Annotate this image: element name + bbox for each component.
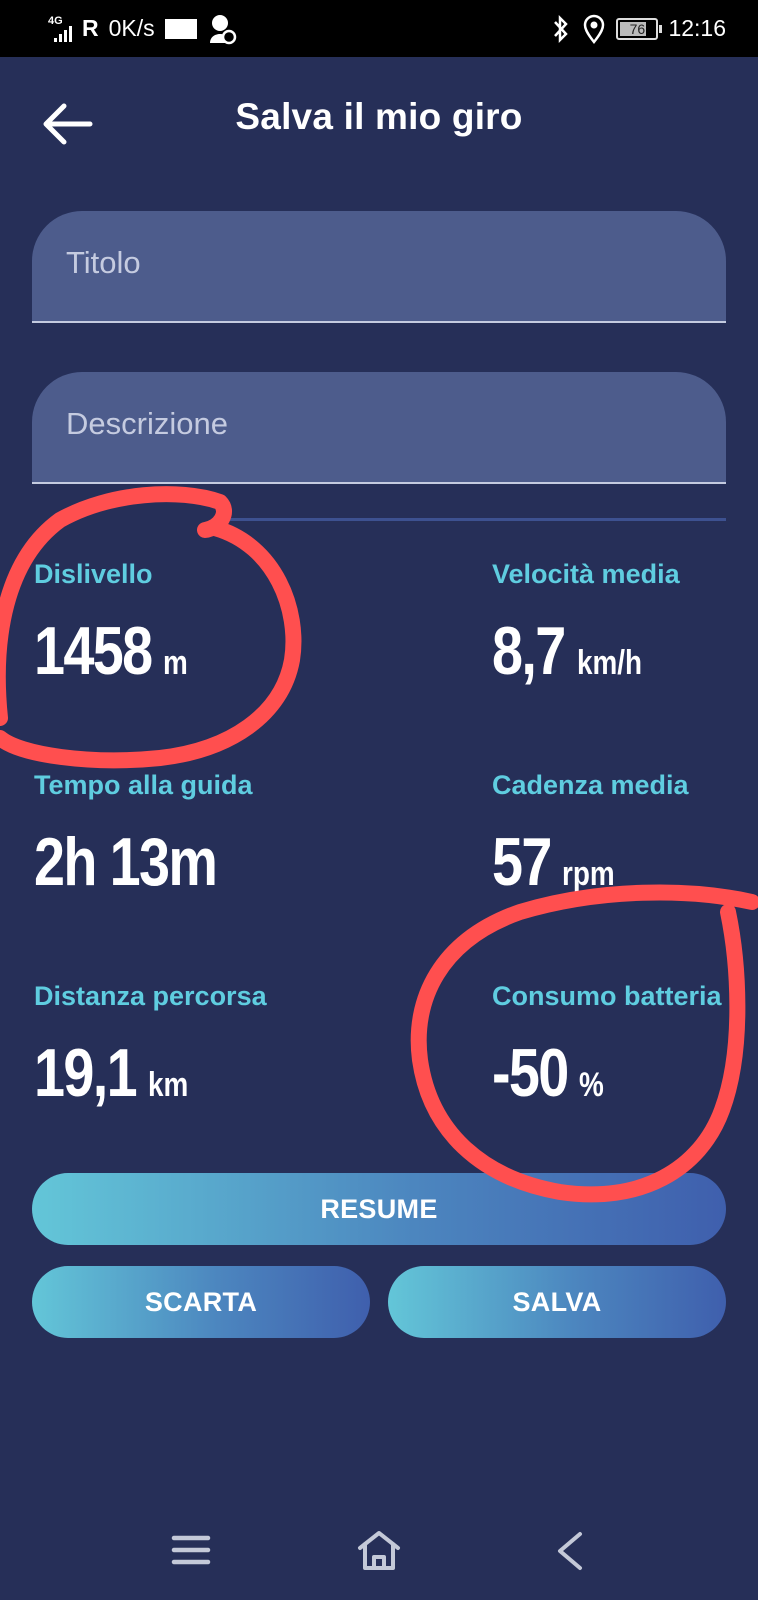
signal-icon: 4G (40, 15, 72, 42)
resume-button[interactable]: RESUME (32, 1173, 726, 1245)
stat-label: Dislivello (34, 559, 153, 589)
stat-unit: km/h (576, 644, 642, 682)
divider (218, 518, 726, 521)
menu-button[interactable] (166, 1528, 216, 1574)
stat-battery-use: Consumo batteria -50% (492, 981, 722, 1112)
stat-distance: Distanza percorsa 19,1 km (34, 981, 267, 1112)
battery-icon: 76 (616, 17, 663, 40)
chevron-left-icon (558, 1532, 582, 1570)
stat-value: 1458 (34, 613, 153, 689)
description-input[interactable] (32, 372, 726, 482)
stat-value: -50 (492, 1035, 569, 1111)
roaming-indicator: R (82, 15, 99, 41)
stat-value: 2h 13m (34, 824, 218, 900)
navigation-bar (0, 1500, 758, 1600)
title-field[interactable] (32, 211, 726, 323)
bluetooth-icon (554, 14, 569, 43)
menu-icon (171, 1535, 211, 1565)
home-icon (358, 1531, 400, 1570)
back-nav-button[interactable] (546, 1528, 596, 1574)
discard-button[interactable]: SCARTA (32, 1266, 370, 1338)
page-title: Salva il mio giro (235, 96, 523, 137)
stat-label: Cadenza media (492, 770, 689, 800)
save-button[interactable]: SALVA (388, 1266, 726, 1338)
battery-level: 76 (629, 20, 646, 37)
stat-value: 19,1 (34, 1035, 138, 1111)
stat-unit: rpm (561, 855, 615, 893)
title-input[interactable] (32, 211, 726, 321)
notification-icon (164, 18, 197, 39)
stat-avg-speed: Velocità media 8,7 km/h (492, 559, 680, 690)
stat-unit: % (579, 1066, 605, 1104)
status-bar-right: 76 12:16 (550, 14, 726, 44)
stat-avg-cadence: Cadenza media 57 rpm (492, 770, 689, 901)
location-icon (584, 14, 605, 44)
stat-label: Consumo batteria (492, 981, 722, 1011)
stat-label: Tempo alla guida (34, 770, 253, 800)
stat-value: 57 (492, 824, 552, 900)
stat-elevation: Dislivello 1458 m (34, 559, 194, 690)
stat-label: Distanza percorsa (34, 981, 267, 1011)
app-notification-icon (209, 14, 236, 44)
stat-value: 8,7 (492, 613, 566, 689)
stat-label: Velocità media (492, 559, 680, 589)
stat-unit: m (163, 644, 189, 682)
home-button[interactable] (354, 1528, 404, 1574)
network-speed: 0K/s (108, 15, 155, 41)
status-bar-left: 4G R 0K/s (40, 13, 237, 45)
status-bar: 4G R 0K/s 76 12:16 (0, 0, 758, 57)
stat-unit: km (148, 1066, 189, 1104)
stat-ride-time: Tempo alla guida 2h 13m (34, 770, 256, 901)
clock: 12:16 (668, 15, 726, 41)
description-field[interactable] (32, 372, 726, 484)
